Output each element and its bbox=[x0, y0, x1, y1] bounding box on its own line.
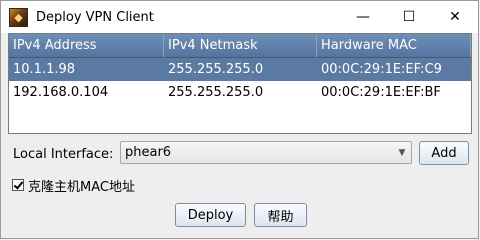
window-title: Deploy VPN Client bbox=[36, 9, 154, 25]
maximize-button[interactable]: ☐ bbox=[386, 1, 432, 33]
local-interface-label: Local Interface: bbox=[13, 146, 114, 162]
table-row[interactable]: 192.168.0.104 255.255.255.0 00:0C:29:1E:… bbox=[9, 81, 471, 104]
local-interface-row: Local Interface: bbox=[13, 142, 113, 166]
column-header-ipv4-address[interactable]: IPv4 Address bbox=[9, 34, 164, 57]
clone-mac-checkbox[interactable] bbox=[12, 179, 24, 191]
window-controls: — ☐ ✕ bbox=[340, 1, 478, 33]
clone-mac-option[interactable]: 克隆主机MAC地址 bbox=[12, 176, 135, 195]
column-header-ipv4-netmask[interactable]: IPv4 Netmask bbox=[164, 34, 317, 57]
cell-ipv4-netmask: 255.255.255.0 bbox=[168, 62, 264, 77]
minimize-button[interactable]: — bbox=[340, 1, 386, 33]
help-button[interactable]: 帮助 bbox=[254, 203, 307, 227]
deploy-vpn-client-window: ◆ Deploy VPN Client — ☐ ✕ IPv4 Address I… bbox=[0, 0, 479, 239]
deploy-button[interactable]: Deploy bbox=[175, 203, 246, 227]
close-button[interactable]: ✕ bbox=[432, 1, 478, 33]
table-row[interactable]: 10.1.1.98 255.255.255.0 00:0C:29:1E:EF:C… bbox=[9, 58, 471, 81]
cell-hardware-mac: 00:0C:29:1E:EF:C9 bbox=[321, 62, 442, 77]
title-bar: ◆ Deploy VPN Client — ☐ ✕ bbox=[1, 1, 478, 33]
chevron-down-icon[interactable]: ▼ bbox=[393, 142, 411, 163]
interface-table[interactable]: IPv4 Address IPv4 Netmask Hardware MAC 1… bbox=[8, 33, 472, 134]
clone-mac-label: 克隆主机MAC地址 bbox=[28, 179, 135, 195]
table-header: IPv4 Address IPv4 Netmask Hardware MAC bbox=[9, 34, 471, 58]
cell-ipv4-address: 10.1.1.98 bbox=[13, 62, 76, 77]
local-interface-value: phear6 bbox=[125, 145, 172, 160]
local-interface-select[interactable]: phear6 ▼ bbox=[120, 141, 412, 164]
app-icon: ◆ bbox=[9, 7, 28, 27]
cell-ipv4-netmask: 255.255.255.0 bbox=[168, 85, 264, 100]
cell-hardware-mac: 00:0C:29:1E:EF:BF bbox=[321, 85, 441, 100]
column-header-hardware-mac[interactable]: Hardware MAC bbox=[317, 34, 471, 57]
add-button[interactable]: Add bbox=[419, 141, 469, 165]
cell-ipv4-address: 192.168.0.104 bbox=[13, 85, 109, 100]
